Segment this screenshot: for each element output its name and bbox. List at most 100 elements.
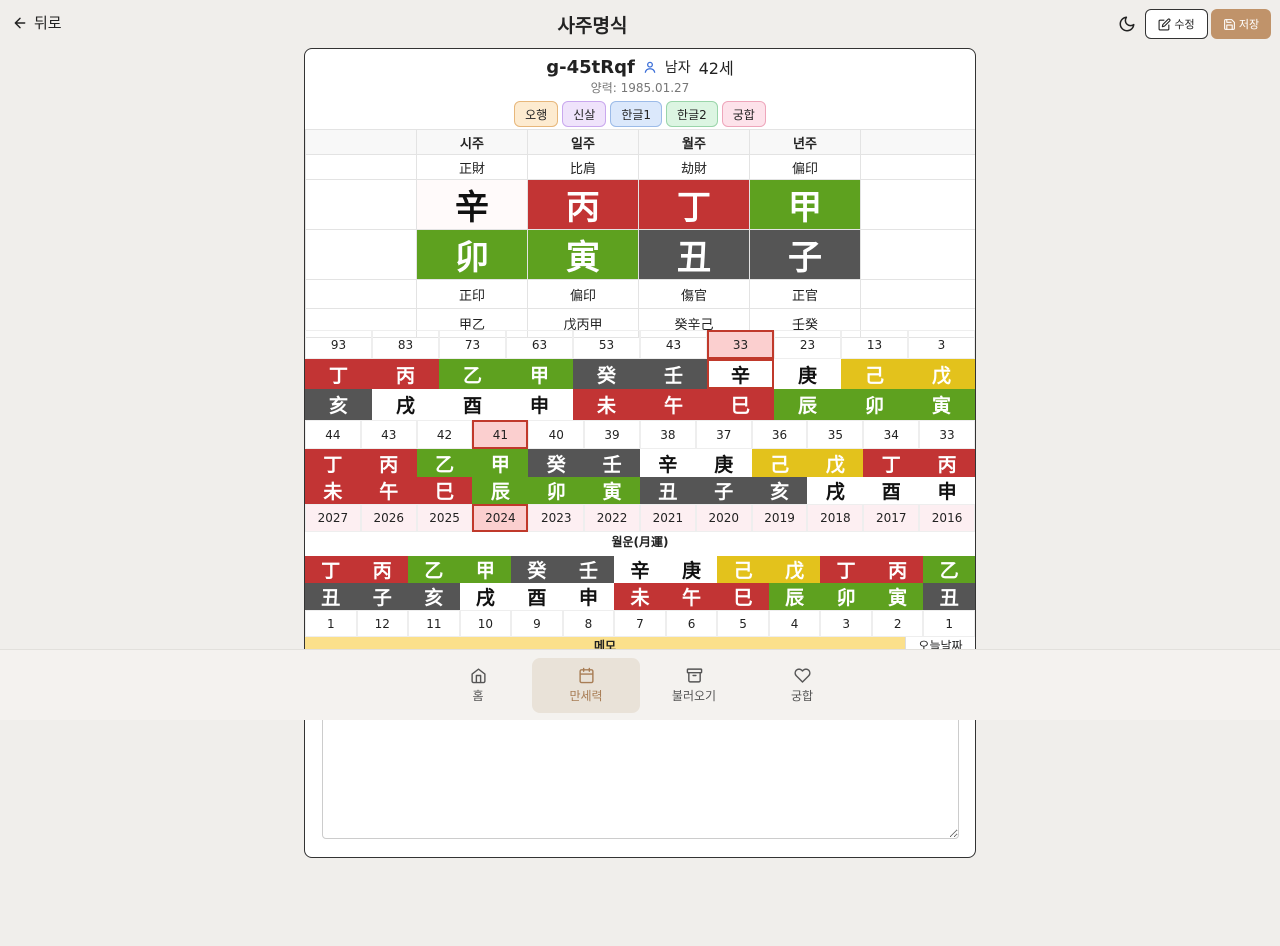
seun-age-cell[interactable]: 37 (695, 420, 752, 449)
seun-stem-cell[interactable]: 甲 (472, 449, 529, 477)
daeun-stem-cell[interactable]: 丙 (372, 359, 439, 389)
nav-calendar[interactable]: 만세력 (532, 658, 640, 713)
seun-branch-cell[interactable]: 亥 (751, 477, 808, 504)
seun-stem-cell[interactable]: 丁 (863, 449, 920, 477)
daeun-age-cell[interactable]: 3 (908, 330, 975, 359)
seun-branch-cell[interactable]: 酉 (863, 477, 920, 504)
wolun-stem-cell[interactable]: 丙 (871, 556, 924, 583)
daeun-branch-cell[interactable]: 午 (640, 389, 707, 420)
wolun-month-cell[interactable]: 1 (305, 610, 357, 637)
seun-stem-cell[interactable]: 丙 (919, 449, 975, 477)
memo-textarea[interactable] (322, 705, 959, 839)
seun-year-cell[interactable]: 2023 (528, 504, 585, 532)
wolun-stem-cell[interactable]: 壬 (562, 556, 615, 583)
daeun-age-cell[interactable]: 33 (707, 330, 774, 359)
daeun-branch-cell[interactable]: 申 (506, 389, 573, 420)
seun-stem-cell[interactable]: 癸 (528, 449, 585, 477)
wolun-stem-cell[interactable]: 丁 (820, 556, 872, 583)
daeun-branch-cell[interactable]: 亥 (305, 389, 372, 420)
seun-stem-cell[interactable]: 庚 (695, 449, 752, 477)
daeun-branch-cell[interactable]: 酉 (439, 389, 506, 420)
daeun-branch-cell[interactable]: 未 (573, 389, 640, 420)
seun-age-cell[interactable]: 34 (863, 420, 920, 449)
daeun-age-cell[interactable]: 73 (439, 330, 506, 359)
daeun-branch-cell[interactable]: 戌 (372, 389, 439, 420)
seun-branch-cell[interactable]: 子 (695, 477, 752, 504)
moon-icon[interactable] (1118, 15, 1136, 33)
wolun-stem-cell[interactable]: 癸 (511, 556, 563, 583)
seun-branch-cell[interactable]: 申 (919, 477, 975, 504)
daeun-stem-cell[interactable]: 戊 (908, 359, 975, 389)
tab-2[interactable]: 한글1 (610, 101, 663, 127)
wolun-branch-cell[interactable]: 申 (562, 583, 615, 610)
wolun-stem-cell[interactable]: 己 (717, 556, 769, 583)
wolun-stem-cell[interactable]: 丙 (356, 556, 409, 583)
wolun-month-cell[interactable]: 6 (665, 610, 718, 637)
nav-compat[interactable]: 궁합 (748, 658, 856, 713)
wolun-stem-cell[interactable]: 丁 (305, 556, 357, 583)
wolun-branch-cell[interactable]: 未 (614, 583, 666, 610)
seun-year-cell[interactable]: 2017 (863, 504, 920, 532)
tab-0[interactable]: 오행 (514, 101, 559, 127)
seun-age-cell[interactable]: 39 (584, 420, 640, 449)
wolun-stem-cell[interactable]: 乙 (408, 556, 460, 583)
seun-age-cell[interactable]: 38 (639, 420, 696, 449)
daeun-age-cell[interactable]: 63 (506, 330, 573, 359)
seun-branch-cell[interactable]: 午 (360, 477, 417, 504)
wolun-stem-cell[interactable]: 庚 (665, 556, 718, 583)
wolun-branch-cell[interactable]: 丑 (923, 583, 975, 610)
daeun-stem-cell[interactable]: 丁 (305, 359, 372, 389)
wolun-branch-cell[interactable]: 酉 (511, 583, 563, 610)
daeun-stem-cell[interactable]: 己 (841, 359, 908, 389)
seun-stem-cell[interactable]: 乙 (416, 449, 473, 477)
daeun-branch-cell[interactable]: 卯 (841, 389, 908, 420)
wolun-branch-cell[interactable]: 辰 (768, 583, 821, 610)
nav-home[interactable]: 홈 (424, 658, 532, 713)
daeun-stem-cell[interactable]: 壬 (640, 359, 707, 389)
wolun-stem-cell[interactable]: 辛 (614, 556, 666, 583)
daeun-age-cell[interactable]: 93 (305, 330, 372, 359)
wolun-month-cell[interactable]: 10 (459, 610, 512, 637)
wolun-month-cell[interactable]: 12 (356, 610, 409, 637)
wolun-branch-cell[interactable]: 午 (665, 583, 718, 610)
wolun-stem-cell[interactable]: 戊 (768, 556, 821, 583)
seun-age-cell[interactable]: 44 (305, 420, 361, 449)
wolun-branch-cell[interactable]: 寅 (871, 583, 924, 610)
seun-branch-cell[interactable]: 寅 (584, 477, 640, 504)
daeun-branch-cell[interactable]: 辰 (774, 389, 841, 420)
seun-year-cell[interactable]: 2020 (695, 504, 752, 532)
seun-age-cell[interactable]: 41 (472, 420, 529, 449)
seun-stem-cell[interactable]: 辛 (639, 449, 696, 477)
seun-year-cell[interactable]: 2018 (807, 504, 864, 532)
daeun-branch-cell[interactable]: 巳 (707, 389, 774, 420)
seun-year-cell[interactable]: 2026 (360, 504, 417, 532)
seun-age-cell[interactable]: 35 (807, 420, 864, 449)
seun-stem-cell[interactable]: 己 (751, 449, 808, 477)
wolun-stem-cell[interactable]: 甲 (459, 556, 512, 583)
wolun-stem-cell[interactable]: 乙 (923, 556, 975, 583)
seun-stem-cell[interactable]: 戊 (807, 449, 864, 477)
seun-age-cell[interactable]: 42 (416, 420, 473, 449)
seun-year-cell[interactable]: 2022 (584, 504, 640, 532)
daeun-stem-cell[interactable]: 癸 (573, 359, 640, 389)
seun-year-cell[interactable]: 2024 (472, 504, 529, 532)
daeun-stem-cell[interactable]: 辛 (707, 359, 774, 389)
seun-year-cell[interactable]: 2016 (919, 504, 975, 532)
wolun-branch-cell[interactable]: 戌 (459, 583, 512, 610)
seun-year-cell[interactable]: 2019 (751, 504, 808, 532)
wolun-branch-cell[interactable]: 子 (356, 583, 409, 610)
seun-branch-cell[interactable]: 辰 (472, 477, 529, 504)
daeun-age-cell[interactable]: 83 (372, 330, 439, 359)
daeun-stem-cell[interactable]: 乙 (439, 359, 506, 389)
daeun-age-cell[interactable]: 23 (774, 330, 841, 359)
wolun-branch-cell[interactable]: 丑 (305, 583, 357, 610)
seun-branch-cell[interactable]: 戌 (807, 477, 864, 504)
wolun-branch-cell[interactable]: 巳 (717, 583, 769, 610)
seun-age-cell[interactable]: 36 (751, 420, 808, 449)
daeun-stem-cell[interactable]: 庚 (774, 359, 841, 389)
tab-4[interactable]: 궁합 (721, 101, 766, 127)
seun-age-cell[interactable]: 43 (360, 420, 417, 449)
save-button[interactable]: 저장 (1211, 9, 1271, 39)
seun-year-cell[interactable]: 2025 (416, 504, 473, 532)
wolun-month-cell[interactable]: 5 (717, 610, 769, 637)
